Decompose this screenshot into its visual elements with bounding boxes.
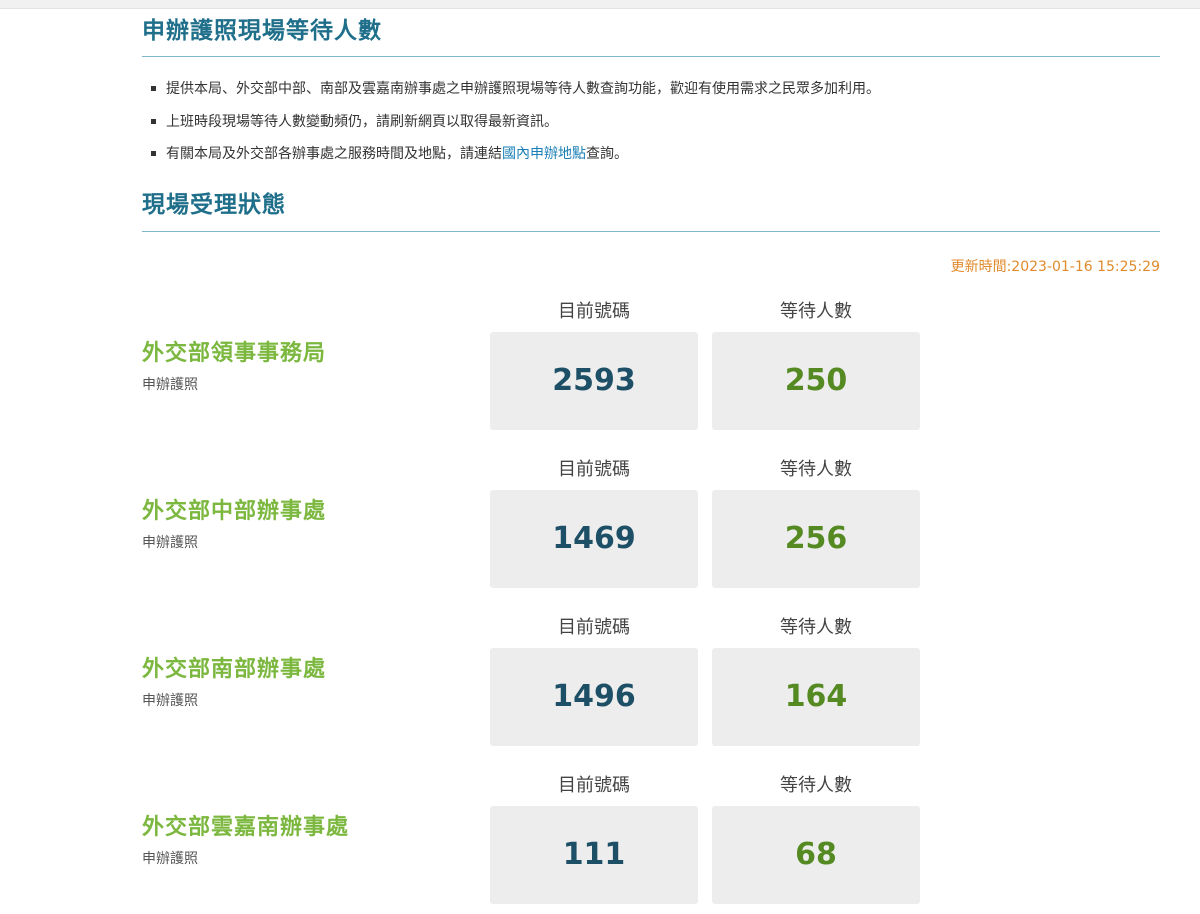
note-text: 提供本局、外交部中部、南部及雲嘉南辦事處之申辦護照現場等待人數查詢功能，歡迎有使… [166, 81, 880, 97]
office-service: 申辦護照 [142, 535, 198, 551]
note-text: 上班時段現場等待人數變動頻仍，請刷新網頁以取得最新資訊。 [166, 113, 558, 130]
title-divider [142, 56, 1160, 57]
waiting-count-label: 等待人數 [780, 459, 852, 480]
waiting-count-value: 68 [712, 806, 920, 904]
bullet-icon [151, 151, 156, 156]
current-number-label: 目前號碼 [558, 301, 630, 322]
office-card: 外交部雲嘉南辦事處 申辦護照 目前號碼 等待人數 111 68 [142, 774, 1160, 914]
update-timestamp: 更新時間:2023-01-16 15:25:29 [950, 259, 1160, 275]
status-divider [142, 231, 1160, 232]
note-item-scope: 提供本局、外交部中部、南部及雲嘉南辦事處之申辦護照現場等待人數查詢功能，歡迎有使… [150, 76, 880, 109]
current-number-value: 111 [490, 806, 698, 904]
note-text-before: 有關本局及外交部各辦事處之服務時間及地點，請連結 [166, 146, 502, 162]
info-notes-list: 提供本局、外交部中部、南部及雲嘉南辦事處之申辦護照現場等待人數查詢功能，歡迎有使… [150, 76, 880, 174]
office-name: 外交部中部辦事處 [142, 499, 327, 524]
waiting-count-label: 等待人數 [780, 617, 852, 638]
current-number-value: 1469 [490, 490, 698, 588]
office-name: 外交部雲嘉南辦事處 [142, 815, 350, 840]
office-service: 申辦護照 [142, 851, 198, 867]
waiting-count-value: 250 [712, 332, 920, 430]
current-number-label: 目前號碼 [558, 617, 630, 638]
office-name: 外交部南部辦事處 [142, 657, 327, 682]
page-title: 申辦護照現場等待人數 [142, 18, 382, 44]
note-text-after: 查詢。 [586, 146, 628, 162]
note-item-locations: 有關本局及外交部各辦事處之服務時間及地點，請連結國內申辦地點查詢。 [150, 141, 880, 174]
status-section-title: 現場受理狀態 [142, 192, 286, 218]
domestic-locations-link[interactable]: 國內申辦地點 [502, 146, 586, 162]
office-service: 申辦護照 [142, 377, 198, 393]
waiting-count-label: 等待人數 [780, 301, 852, 322]
bullet-icon [151, 118, 156, 124]
bullet-icon [151, 86, 156, 91]
office-name: 外交部領事事務局 [142, 341, 327, 366]
office-card: 外交部中部辦事處 申辦護照 目前號碼 等待人數 1469 256 [142, 458, 1160, 598]
waiting-count-label: 等待人數 [780, 775, 852, 796]
main-content: 申辦護照現場等待人數 提供本局、外交部中部、南部及雲嘉南辦事處之申辦護照現場等待… [142, 0, 1160, 904]
office-card: 外交部領事事務局 申辦護照 目前號碼 等待人數 2593 250 [142, 300, 1160, 440]
waiting-count-value: 256 [712, 490, 920, 588]
waiting-count-value: 164 [712, 648, 920, 746]
note-item-refresh: 上班時段現場等待人數變動頻仍，請刷新網頁以取得最新資訊。 [150, 109, 880, 142]
office-service: 申辦護照 [142, 693, 198, 709]
office-card: 外交部南部辦事處 申辦護照 目前號碼 等待人數 1496 164 [142, 616, 1160, 756]
current-number-value: 1496 [490, 648, 698, 746]
current-number-label: 目前號碼 [558, 775, 630, 796]
current-number-label: 目前號碼 [558, 459, 630, 480]
current-number-value: 2593 [490, 332, 698, 430]
